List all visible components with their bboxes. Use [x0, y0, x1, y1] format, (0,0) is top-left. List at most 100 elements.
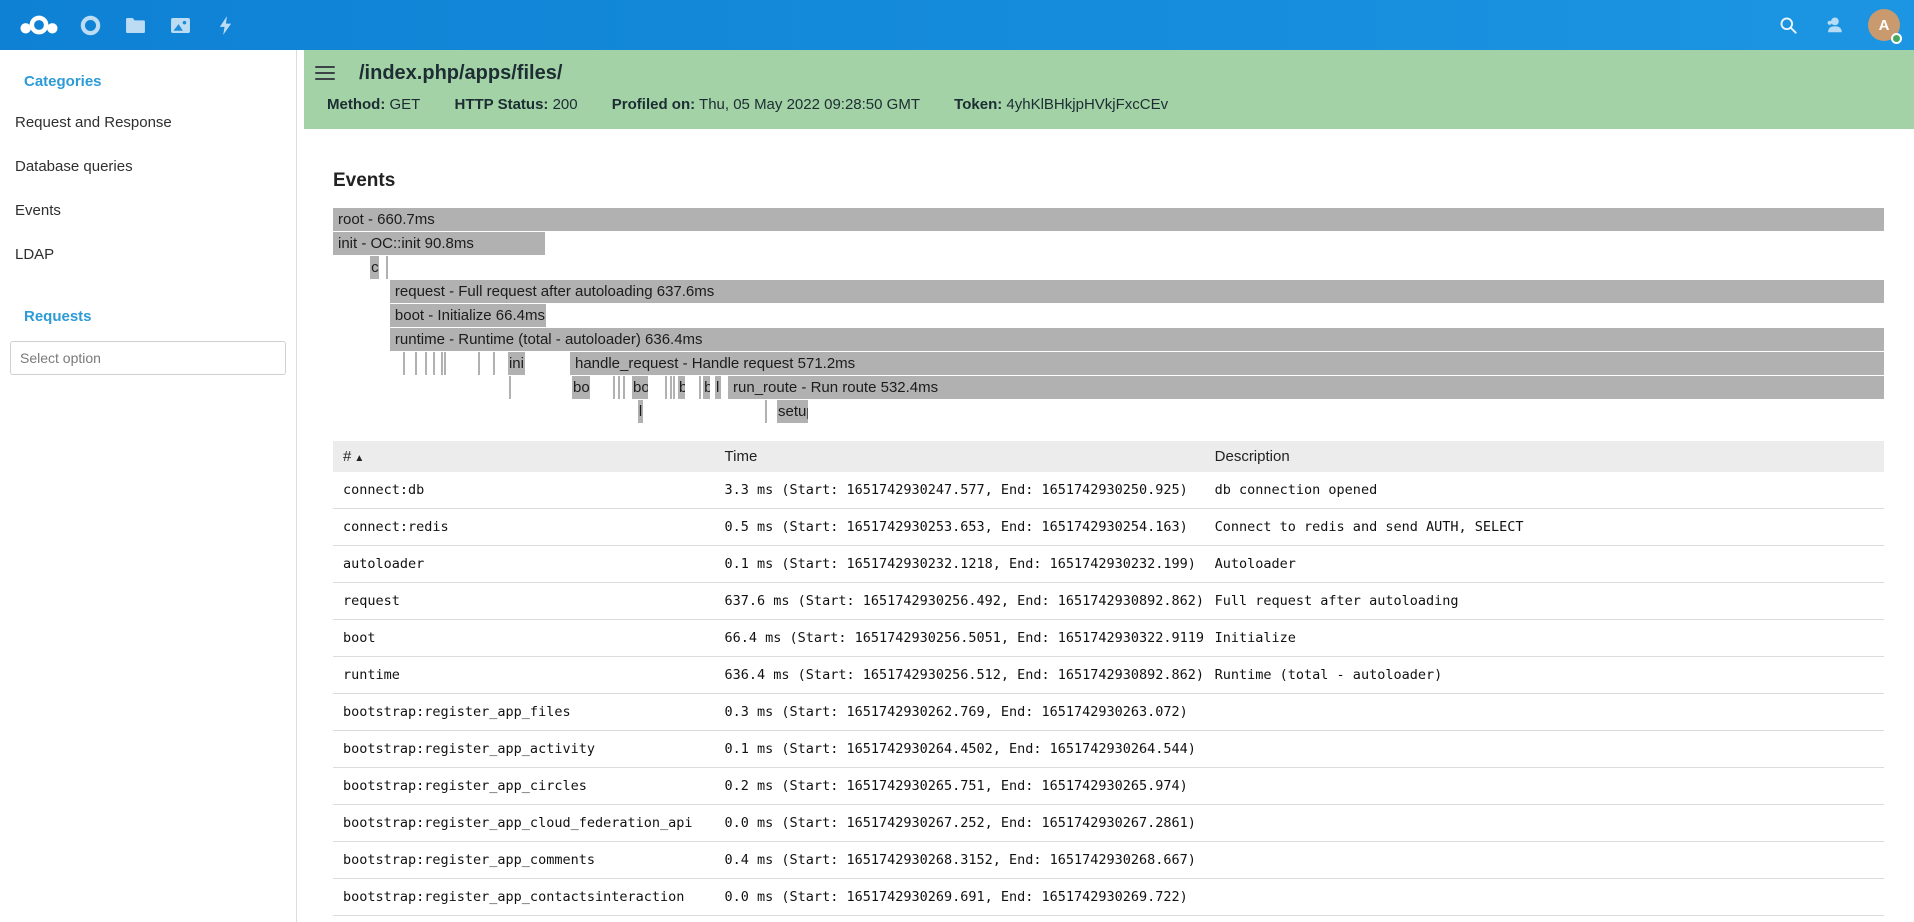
sidebar-item-events[interactable]: Events — [0, 188, 296, 232]
table-row: autoloader0.1 ms (Start: 1651742930232.1… — [333, 546, 1884, 583]
column-header-description[interactable]: Description — [1205, 441, 1884, 472]
event-name-cell: bootstrap:register_app_cloud_federation_… — [333, 805, 715, 842]
events-section: Events root - 660.7msinit - OC::init 90.… — [297, 170, 1914, 916]
timeline-bar[interactable] — [493, 352, 495, 375]
timeline-bar[interactable]: handle_request - Handle request 571.2ms — [570, 352, 1884, 375]
events-table: #▲ Time Description connect:db3.3 ms (St… — [333, 441, 1884, 916]
table-header-row: #▲ Time Description — [333, 441, 1884, 472]
event-time-cell: 0.0 ms (Start: 1651742930267.252, End: 1… — [715, 805, 1205, 842]
table-row: runtime636.4 ms (Start: 1651742930256.51… — [333, 657, 1884, 694]
timeline-bar[interactable]: ini — [508, 352, 525, 375]
nextcloud-logo[interactable] — [10, 0, 68, 50]
timeline-bar[interactable] — [673, 376, 675, 399]
event-description-cell — [1205, 805, 1884, 842]
timeline-bar[interactable] — [478, 352, 480, 375]
request-meta: Method: GET HTTP Status: 200 Profiled on… — [304, 96, 1914, 113]
event-description-cell — [1205, 879, 1884, 916]
avatar[interactable]: A — [1868, 9, 1900, 41]
timeline-row: l setup — [333, 400, 1884, 424]
sidebar-item-ldap[interactable]: LDAP — [0, 232, 296, 276]
table-row: bootstrap:register_app_contactsinteracti… — [333, 879, 1884, 916]
categories-heading: Categories — [0, 65, 296, 100]
timeline-bar[interactable]: boot - Initialize 66.4ms — [390, 304, 546, 327]
timeline-row: init - OC::init 90.8ms — [333, 232, 1884, 256]
timeline-bar[interactable] — [665, 376, 667, 399]
timeline-bar[interactable]: init - OC::init 90.8ms — [333, 232, 545, 255]
event-time-cell: 636.4 ms (Start: 1651742930256.512, End:… — [715, 657, 1205, 694]
activity-lightning-icon[interactable] — [203, 0, 248, 50]
event-name-cell: bootstrap:register_app_contactsinteracti… — [333, 879, 715, 916]
timeline-row: runtime - Runtime (total - autoloader) 6… — [333, 328, 1884, 352]
timeline-bar[interactable]: bo — [572, 376, 590, 399]
timeline-bar[interactable] — [670, 376, 672, 399]
timeline-row: ini handle_request - Handle request 571.2… — [333, 352, 1884, 376]
timeline-bar[interactable] — [386, 256, 388, 279]
timeline-row: request - Full request after autoloading… — [333, 280, 1884, 304]
table-row: bootstrap:register_app_comments0.4 ms (S… — [333, 842, 1884, 879]
sidebar-item-database-queries[interactable]: Database queries — [0, 144, 296, 188]
timeline-row: boot - Initialize 66.4ms — [333, 304, 1884, 328]
event-description-cell — [1205, 842, 1884, 879]
timeline-bar[interactable]: root - 660.7ms — [333, 208, 1884, 231]
circle-app-icon[interactable] — [68, 0, 113, 50]
events-heading: Events — [333, 170, 1884, 192]
avatar-letter: A — [1879, 17, 1890, 34]
timeline-bar[interactable] — [441, 352, 443, 375]
request-select[interactable]: Select option — [10, 341, 286, 375]
column-header-number[interactable]: #▲ — [333, 441, 715, 472]
timeline-bar[interactable] — [415, 352, 417, 375]
column-header-time[interactable]: Time — [715, 441, 1205, 472]
event-time-cell: 0.0 ms (Start: 1651742930269.691, End: 1… — [715, 879, 1205, 916]
event-description-cell: Connect to redis and send AUTH, SELECT — [1205, 509, 1884, 546]
timeline-row: root - 660.7ms — [333, 208, 1884, 232]
timeline-row: c — [333, 256, 1884, 280]
timeline-bar[interactable]: run_route - Run route 532.4ms — [728, 376, 1884, 399]
meta-token: Token: 4yhKlBHkjpHVkjFxcCEv — [954, 96, 1168, 113]
event-time-cell: 0.3 ms (Start: 1651742930262.769, End: 1… — [715, 694, 1205, 731]
timeline-bar[interactable] — [433, 352, 435, 375]
timeline-bar[interactable] — [699, 376, 701, 399]
event-time-cell: 0.5 ms (Start: 1651742930253.653, End: 1… — [715, 509, 1205, 546]
files-folder-icon[interactable] — [113, 0, 158, 50]
event-name-cell: boot — [333, 620, 715, 657]
requests-heading: Requests — [0, 300, 296, 335]
timeline-bar[interactable] — [509, 376, 511, 399]
timeline-bar[interactable]: l — [715, 376, 721, 399]
timeline-bar[interactable] — [613, 376, 615, 399]
timeline-bar[interactable]: bo — [632, 376, 648, 399]
timeline-bar[interactable]: c — [370, 256, 379, 279]
request-header: /index.php/apps/files/ Method: GET HTTP … — [304, 50, 1914, 129]
timeline-bar[interactable]: request - Full request after autoloading… — [390, 280, 1884, 303]
contacts-icon[interactable] — [1811, 0, 1856, 50]
events-timeline: root - 660.7msinit - OC::init 90.8mscreq… — [333, 208, 1884, 424]
photos-icon[interactable] — [158, 0, 203, 50]
request-select-placeholder: Select option — [20, 350, 101, 366]
timeline-bar[interactable] — [765, 400, 767, 423]
event-description-cell — [1205, 768, 1884, 805]
hamburger-menu-icon[interactable] — [315, 60, 335, 86]
timeline-bar[interactable]: b — [678, 376, 685, 399]
timeline-bar[interactable]: setup — [777, 400, 808, 423]
table-row: bootstrap:register_app_circles0.2 ms (St… — [333, 768, 1884, 805]
table-row: request637.6 ms (Start: 1651742930256.49… — [333, 583, 1884, 620]
sidebar: Categories Request and Response Database… — [0, 50, 297, 922]
event-description-cell: Full request after autoloading — [1205, 583, 1884, 620]
event-name-cell: bootstrap:register_app_files — [333, 694, 715, 731]
event-description-cell: Runtime (total - autoloader) — [1205, 657, 1884, 694]
timeline-bar[interactable] — [618, 376, 620, 399]
event-name-cell: request — [333, 583, 715, 620]
timeline-bar[interactable]: l — [638, 400, 643, 423]
timeline-bar[interactable] — [623, 376, 625, 399]
topbar-actions: A — [1766, 0, 1900, 50]
sort-asc-icon: ▲ — [354, 453, 364, 464]
table-row: boot66.4 ms (Start: 1651742930256.5051, … — [333, 620, 1884, 657]
search-icon[interactable] — [1766, 0, 1811, 50]
timeline-bar[interactable]: runtime - Runtime (total - autoloader) 6… — [390, 328, 1884, 351]
event-description-cell — [1205, 731, 1884, 768]
timeline-bar[interactable] — [425, 352, 427, 375]
timeline-bar[interactable]: b — [703, 376, 710, 399]
event-time-cell: 0.2 ms (Start: 1651742930265.751, End: 1… — [715, 768, 1205, 805]
timeline-bar[interactable] — [403, 352, 405, 375]
sidebar-item-request-and-response[interactable]: Request and Response — [0, 100, 296, 144]
timeline-bar[interactable] — [444, 352, 446, 375]
